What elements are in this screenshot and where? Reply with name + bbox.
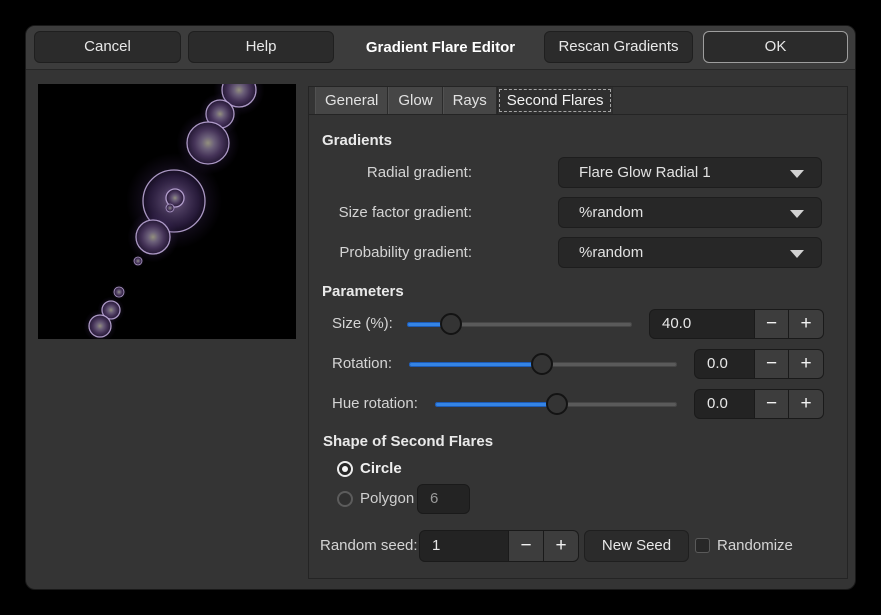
randomize-label[interactable]: Randomize	[717, 530, 793, 562]
rotation-slider[interactable]	[409, 353, 677, 375]
randomize-checkbox[interactable]	[695, 538, 710, 553]
flare-preview	[38, 84, 296, 339]
radial-gradient-dropdown[interactable]: Flare Glow Radial 1	[558, 157, 822, 188]
size-slider[interactable]	[407, 313, 632, 335]
size-value-field[interactable]: 40.0	[649, 309, 755, 339]
size-factor-gradient-label: Size factor gradient:	[309, 197, 472, 228]
gradient-flare-editor-dialog: Cancel Help Gradient Flare Editor Rescan…	[25, 25, 856, 590]
seed-decrease-button[interactable]: −	[509, 530, 544, 562]
ok-button[interactable]: OK	[703, 31, 848, 63]
rotation-value-field[interactable]: 0.0	[694, 349, 755, 379]
slider-handle[interactable]	[440, 313, 462, 335]
random-seed-label: Random seed:	[320, 530, 418, 562]
polygon-radio-label[interactable]: Polygon	[360, 491, 414, 507]
chevron-down-icon	[790, 250, 804, 258]
help-button[interactable]: Help	[188, 31, 334, 63]
tab-second-flares[interactable]: Second Flares	[497, 87, 614, 114]
circle-radio[interactable]	[337, 461, 353, 477]
probability-gradient-label: Probability gradient:	[309, 237, 472, 268]
hue-rotation-increase-button[interactable]: +	[789, 389, 824, 419]
hue-rotation-label: Hue rotation:	[332, 389, 418, 419]
size-decrease-button[interactable]: −	[755, 309, 789, 339]
circle-radio-label[interactable]: Circle	[360, 461, 402, 477]
size-factor-gradient-value: %random	[579, 204, 643, 221]
radial-gradient-label: Radial gradient:	[309, 157, 472, 188]
hue-rotation-slider[interactable]	[435, 393, 677, 415]
hue-rotation-value-field[interactable]: 0.0	[694, 389, 755, 419]
tab-rays[interactable]: Rays	[443, 87, 497, 114]
slider-fill	[435, 402, 557, 407]
slider-fill	[409, 362, 542, 367]
hue-rotation-decrease-button[interactable]: −	[755, 389, 789, 419]
parameters-heading: Parameters	[322, 283, 404, 301]
chevron-down-icon	[790, 210, 804, 218]
chevron-down-icon	[790, 170, 804, 178]
radial-gradient-value: Flare Glow Radial 1	[579, 164, 711, 181]
tab-general[interactable]: General	[315, 87, 388, 114]
size-increase-button[interactable]: +	[789, 309, 824, 339]
polygon-sides-field[interactable]: 6	[417, 484, 470, 514]
rescan-gradients-button[interactable]: Rescan Gradients	[544, 31, 693, 63]
shape-heading: Shape of Second Flares	[323, 433, 493, 451]
settings-notebook: General Glow Rays Second Flares Gradient…	[308, 86, 848, 579]
tab-glow[interactable]: Glow	[388, 87, 442, 114]
polygon-radio[interactable]	[337, 491, 353, 507]
random-seed-field[interactable]: 1	[419, 530, 509, 562]
probability-gradient-dropdown[interactable]: %random	[558, 237, 822, 268]
flare-preview-image	[38, 84, 296, 339]
size-factor-gradient-dropdown[interactable]: %random	[558, 197, 822, 228]
size-label: Size (%):	[332, 309, 393, 339]
rotation-increase-button[interactable]: +	[789, 349, 824, 379]
rotation-label: Rotation:	[332, 349, 392, 379]
slider-handle[interactable]	[531, 353, 553, 375]
header-bar: Cancel Help Gradient Flare Editor Rescan…	[26, 26, 855, 70]
new-seed-button[interactable]: New Seed	[584, 530, 689, 562]
probability-gradient-value: %random	[579, 244, 643, 261]
seed-increase-button[interactable]: +	[544, 530, 579, 562]
slider-handle[interactable]	[546, 393, 568, 415]
tab-strip: General Glow Rays Second Flares	[309, 87, 847, 115]
rotation-decrease-button[interactable]: −	[755, 349, 789, 379]
gradients-heading: Gradients	[322, 132, 392, 150]
cancel-button[interactable]: Cancel	[34, 31, 181, 63]
